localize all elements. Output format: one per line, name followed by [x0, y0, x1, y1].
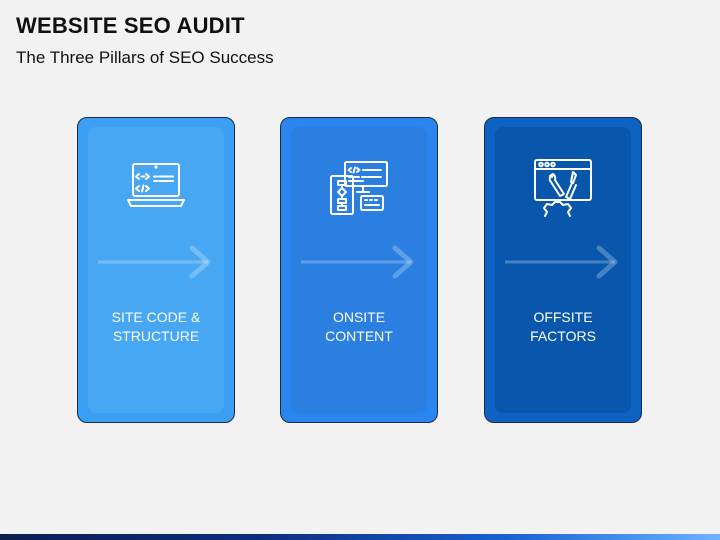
right-arrow-icon: [98, 245, 211, 279]
pillar-card-onsite-content: ONSITE CONTENT: [280, 117, 438, 423]
laptop-code-icon: [127, 163, 185, 207]
pillar-label: SITE CODE & STRUCTURE: [111, 309, 201, 344]
footer-gradient-bar: [0, 534, 720, 540]
pillar-card-site-code: SITE CODE & STRUCTURE: [77, 117, 235, 423]
pillar-card-inner: [495, 127, 631, 413]
pillar-card-inner: [88, 127, 224, 413]
slide-subtitle: The Three Pillars of SEO Success: [16, 48, 274, 67]
slide-title: WEBSITE SEO AUDIT: [16, 13, 245, 38]
code-flowchart-icon: [330, 161, 388, 215]
pillar-label: ONSITE CONTENT: [325, 309, 393, 344]
pillar-label: OFFSITE FACTORS: [530, 309, 596, 344]
pillar-card-inner: [291, 127, 427, 413]
right-arrow-icon: [301, 245, 414, 279]
pillar-card-offsite-factors: OFFSITE FACTORS: [484, 117, 642, 423]
web-tools-icon: [534, 159, 592, 217]
right-arrow-icon: [505, 245, 618, 279]
